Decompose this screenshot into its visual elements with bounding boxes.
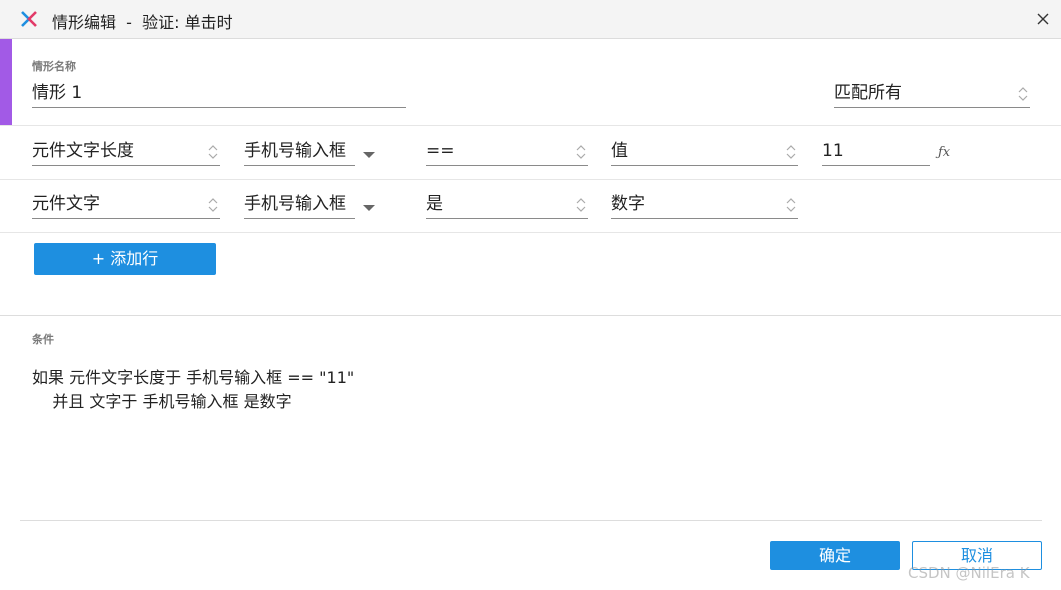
condition-line-2: 并且 文字于 手机号输入框 是数字 <box>32 392 292 411</box>
target-select[interactable]: 手机号输入框 <box>244 138 355 166</box>
close-icon[interactable] <box>1033 9 1053 29</box>
fx-icon[interactable]: ƒx <box>938 145 950 160</box>
title-bar: 情形编辑 - 验证: 单击时 <box>0 0 1061 39</box>
match-mode-select[interactable]: 匹配所有 <box>834 80 1030 108</box>
window-title: 情形编辑 - 验证: 单击时 <box>52 13 233 32</box>
case-name-label: 情形名称 <box>32 60 76 73</box>
chevron-updown-icon <box>1018 87 1028 101</box>
chevron-updown-icon <box>786 198 796 212</box>
condition-line-1: 如果 元件文字长度于 手机号输入框 == "11" <box>32 368 355 387</box>
chevron-updown-icon <box>208 145 218 159</box>
subject-select[interactable]: 元件文字 <box>32 191 220 219</box>
watermark: CSDN @NilEra K <box>908 564 1030 582</box>
add-row-button[interactable]: + 添加行 <box>34 243 216 275</box>
case-name-input[interactable]: 情形 1 <box>32 80 406 108</box>
value-type-select[interactable]: 值 <box>611 138 798 166</box>
value-type-select[interactable]: 数字 <box>611 191 798 219</box>
subject-select[interactable]: 元件文字长度 <box>32 138 220 166</box>
chevron-updown-icon <box>208 198 218 212</box>
operator-select[interactable]: == <box>426 138 588 166</box>
chevron-updown-icon <box>786 145 796 159</box>
accent-bar <box>0 39 12 125</box>
chevron-down-icon[interactable] <box>363 205 375 211</box>
chevron-down-icon[interactable] <box>363 152 375 158</box>
value-input[interactable]: 11 <box>822 138 930 166</box>
operator-select[interactable]: 是 <box>426 191 588 219</box>
footer-divider <box>20 520 1042 521</box>
conditions-label: 条件 <box>32 333 54 346</box>
axure-logo-icon <box>21 11 37 27</box>
ok-button[interactable]: 确定 <box>770 541 900 570</box>
chevron-updown-icon <box>576 198 586 212</box>
case-name-section: 情形名称 情形 1 匹配所有 <box>0 39 1061 126</box>
divider <box>0 315 1061 316</box>
condition-row-1: 元件文字长度 手机号输入框 == 值 11 ƒx <box>0 127 1061 180</box>
condition-row-2: 元件文字 手机号输入框 是 数字 <box>0 180 1061 233</box>
target-select[interactable]: 手机号输入框 <box>244 191 355 219</box>
chevron-updown-icon <box>576 145 586 159</box>
